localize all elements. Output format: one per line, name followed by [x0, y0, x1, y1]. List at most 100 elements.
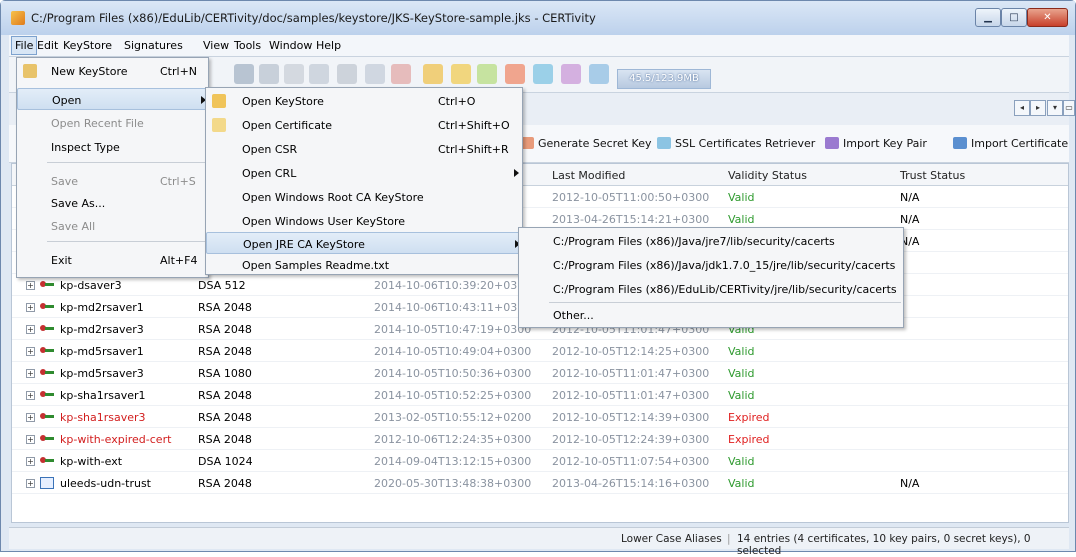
last-modified-cell: 2013-04-26T15:14:16+0300	[552, 477, 710, 490]
expand-icon[interactable]: +	[26, 369, 35, 378]
menu-view[interactable]: View	[203, 39, 229, 52]
table-row[interactable]: + kp-sha1rsaver3 RSA 2048 2013-02-05T10:55:…	[12, 406, 1068, 428]
menu-item-new-keystore[interactable]: New KeyStore Ctrl+N	[17, 60, 208, 82]
maximize-button[interactable]: □	[1001, 8, 1027, 27]
alias-cell: kp-dsaver3	[60, 279, 122, 292]
table-row[interactable]: + kp-md5rsaver3 RSA 1080 2014-10-05T10:50:3…	[12, 362, 1068, 384]
tab-list-icon[interactable]: ▾	[1047, 100, 1063, 116]
undo-icon[interactable]	[234, 64, 254, 84]
last-modified-cell: 2012-10-05T11:01:47+0300	[552, 367, 710, 380]
open-samples-readme-label: Open Samples Readme.txt	[242, 259, 390, 272]
menu-item-open-windows-root[interactable]: Open Windows Root CA KeyStore	[206, 186, 522, 208]
menu-file[interactable]: File	[11, 36, 38, 55]
minimize-button[interactable]: ▁	[975, 8, 1001, 27]
generate-key-pair-icon[interactable]	[477, 64, 497, 84]
ssl-retriever-icon[interactable]	[533, 64, 553, 84]
certificate-details-icon[interactable]	[423, 64, 443, 84]
created-cell: 2013-02-05T10:55:12+0200	[374, 411, 532, 424]
menu-separator	[549, 302, 901, 303]
inspect-type-label: Inspect Type	[51, 141, 120, 154]
menu-item-open-windows-user[interactable]: Open Windows User KeyStore	[206, 210, 522, 232]
menu-bar: File Edit KeyStore Signatures View Tools…	[9, 35, 1069, 57]
entries-summary: 14 entries (4 certificates, 10 key pairs…	[737, 533, 1031, 557]
menu-window[interactable]: Window	[269, 39, 312, 52]
menu-item-other[interactable]: Other...	[519, 304, 903, 326]
menu-item-jdk17-cacerts[interactable]: C:/Program Files (x86)/Java/jdk1.7.0_15/…	[519, 254, 903, 276]
tab-maximize-icon[interactable]: ▭	[1063, 100, 1075, 116]
open-windows-root-label: Open Windows Root CA KeyStore	[242, 191, 424, 204]
menu-item-inspect-type[interactable]: Inspect Type	[17, 136, 208, 158]
menu-edit[interactable]: Edit	[37, 39, 58, 52]
menu-item-save-as[interactable]: Save As...	[17, 192, 208, 214]
expand-icon[interactable]: +	[26, 303, 35, 312]
redo-icon[interactable]	[259, 64, 279, 84]
col-trust-status[interactable]: Trust Status	[900, 169, 965, 182]
alias-cell: kp-md5rsaver3	[60, 367, 144, 380]
menu-item-open[interactable]: Open	[17, 88, 208, 110]
expand-icon[interactable]: +	[26, 479, 35, 488]
lower-case-aliases-label[interactable]: Lower Case Aliases	[621, 533, 722, 545]
menu-item-open-certificate[interactable]: Open Certificate Ctrl+Shift+O	[206, 114, 522, 136]
alias-cell: kp-sha1rsaver3	[60, 411, 146, 424]
delete-icon[interactable]	[391, 64, 411, 84]
alias-cell: kp-md2rsaver1	[60, 301, 144, 314]
algorithm-cell: DSA 512	[198, 279, 246, 292]
title-bar: C:/Program Files (x86)/EduLib/CERTivity/…	[1, 1, 1075, 35]
memory-indicator[interactable]: 45.5/123.9MB	[617, 69, 711, 89]
certivity-app-icon	[11, 11, 25, 25]
table-row[interactable]: + kp-with-ext DSA 1024 2014-09-04T13:12:15+…	[12, 450, 1068, 472]
table-row[interactable]: + kp-md5rsaver1 RSA 2048 2014-10-05T10:49:0…	[12, 340, 1068, 362]
tab-scroll-right-icon[interactable]: ▸	[1030, 100, 1046, 116]
table-row[interactable]: + kp-sha1rsaver1 RSA 2048 2014-10-05T10:52:…	[12, 384, 1068, 406]
algorithm-cell: DSA 1024	[198, 455, 253, 468]
generate-secret-key-icon[interactable]	[505, 64, 525, 84]
import-certificate-button[interactable]: Import Certificate	[953, 137, 1068, 150]
menu-item-open-keystore[interactable]: Open KeyStore Ctrl+O	[206, 90, 522, 112]
key-pair-entry-icon	[40, 433, 54, 445]
expand-icon[interactable]: +	[26, 325, 35, 334]
import-certificate-icon[interactable]	[589, 64, 609, 84]
menu-item-exit[interactable]: Exit Alt+F4	[17, 249, 208, 271]
save-label: Save	[51, 175, 79, 188]
col-last-modified[interactable]: Last Modified	[552, 169, 625, 182]
expand-icon[interactable]: +	[26, 435, 35, 444]
menu-item-open-crl[interactable]: Open CRL	[206, 162, 522, 184]
copy-icon[interactable]	[309, 64, 329, 84]
expand-icon[interactable]: +	[26, 281, 35, 290]
expand-icon[interactable]: +	[26, 413, 35, 422]
menu-signatures[interactable]: Signatures	[124, 39, 183, 52]
cut-icon[interactable]	[284, 64, 304, 84]
generate-secret-key-button[interactable]: Generate Secret Key	[520, 137, 651, 150]
created-cell: 2014-10-05T10:50:36+0300	[374, 367, 532, 380]
menu-item-open-csr[interactable]: Open CSR Ctrl+Shift+R	[206, 138, 522, 160]
menu-help[interactable]: Help	[316, 39, 341, 52]
menu-item-save-all[interactable]: Save All	[17, 215, 208, 237]
menu-item-open-samples-readme[interactable]: Open Samples Readme.txt	[206, 254, 522, 276]
menu-item-save[interactable]: Save Ctrl+S	[17, 170, 208, 192]
menu-tools[interactable]: Tools	[234, 39, 261, 52]
ssl-retriever-button[interactable]: SSL Certificates Retriever	[657, 137, 815, 150]
expand-icon[interactable]: +	[26, 457, 35, 466]
table-row[interactable]: + kp-with-expired-cert RSA 2048 2012-10-06T…	[12, 428, 1068, 450]
tab-scroll-left-icon[interactable]: ◂	[1014, 100, 1030, 116]
expand-icon[interactable]: +	[26, 347, 35, 356]
menu-item-jre7-cacerts[interactable]: C:/Program Files (x86)/Java/jre7/lib/sec…	[519, 230, 903, 252]
expand-icon[interactable]: +	[26, 391, 35, 400]
validity-cell: Valid	[728, 455, 755, 468]
menu-keystore[interactable]: KeyStore	[63, 39, 112, 52]
import-key-pair-button[interactable]: Import Key Pair	[825, 137, 927, 150]
menu-item-open-jre-ca[interactable]: Open JRE CA KeyStore	[206, 232, 522, 254]
paste-icon[interactable]	[337, 64, 357, 84]
exit-label: Exit	[51, 254, 72, 267]
menu-item-open-recent[interactable]: Open Recent File	[17, 112, 208, 134]
keystore-details-icon[interactable]	[451, 64, 471, 84]
rename-icon[interactable]	[365, 64, 385, 84]
table-row[interactable]: + uleeds-udn-trust RSA 2048 2020-05-30T13:4…	[12, 472, 1068, 494]
import-key-pair-icon[interactable]	[561, 64, 581, 84]
col-validity-status[interactable]: Validity Status	[728, 169, 807, 182]
close-button[interactable]: ✕	[1027, 8, 1068, 27]
open-label: Open	[52, 94, 82, 107]
close-icon: ✕	[1043, 12, 1052, 23]
open-csr-shortcut: Ctrl+Shift+R	[438, 143, 509, 156]
menu-item-certivity-cacerts[interactable]: C:/Program Files (x86)/EduLib/CERTivity/…	[519, 278, 903, 300]
